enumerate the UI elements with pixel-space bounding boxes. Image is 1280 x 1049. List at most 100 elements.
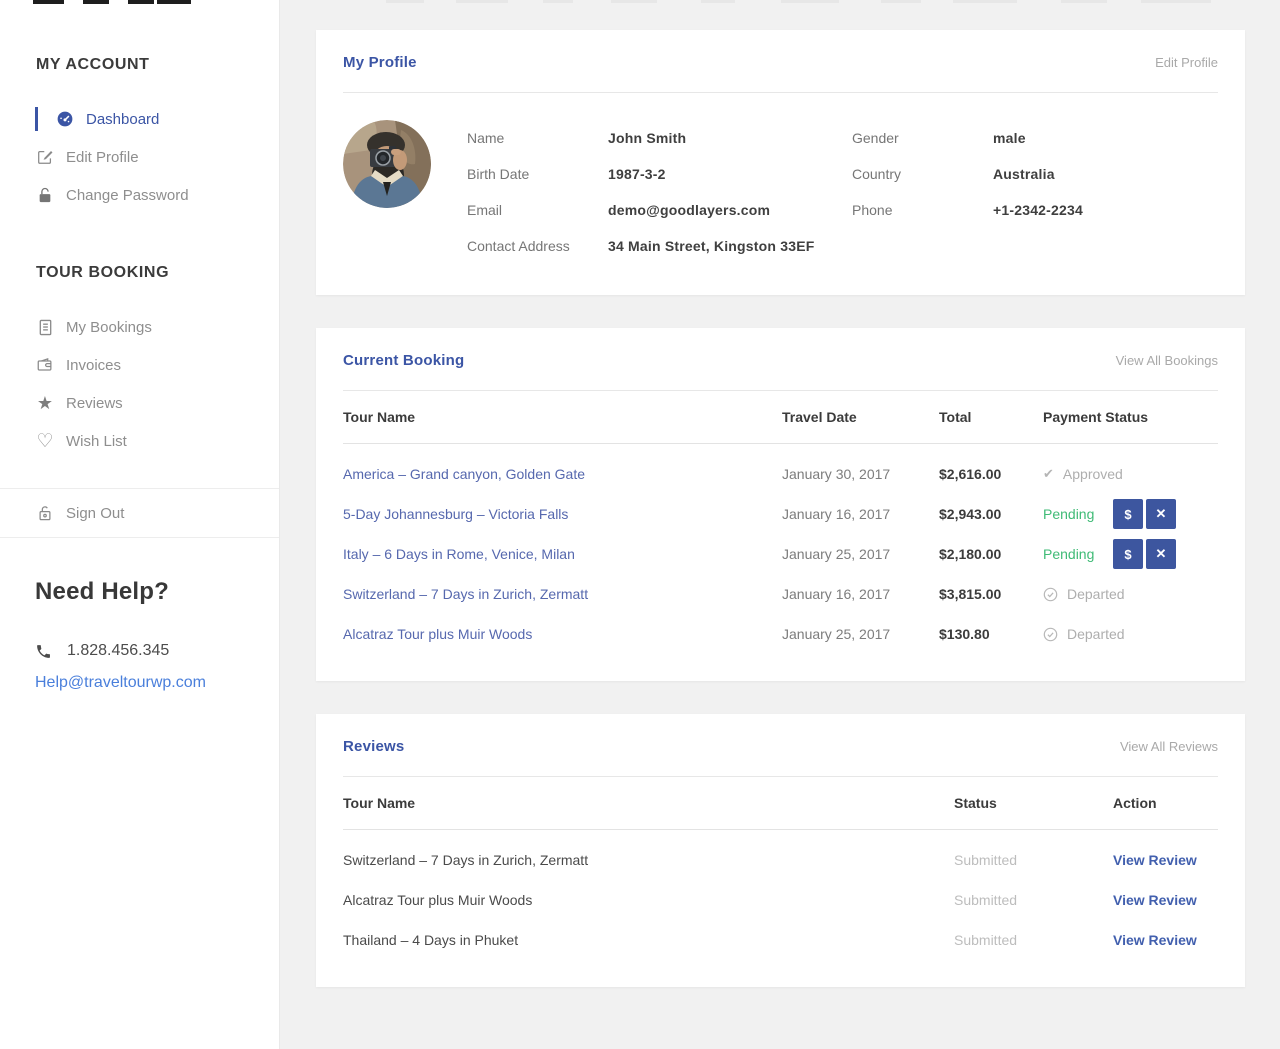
review-status: Submitted bbox=[954, 892, 1113, 908]
review-tour-name: Alcatraz Tour plus Muir Woods bbox=[343, 892, 954, 908]
tour-name-link[interactable]: Italy – 6 Days in Rome, Venice, Milan bbox=[343, 546, 782, 562]
payment-status-label: Departed bbox=[1067, 586, 1125, 602]
sidebar-section-tour-booking: TOUR BOOKING bbox=[0, 214, 279, 282]
my-profile-card: My Profile Edit Profile bbox=[316, 30, 1245, 295]
field-label: Name bbox=[467, 130, 608, 146]
reviews-card: Reviews View All Reviews Tour Name Statu… bbox=[316, 714, 1245, 987]
edit-pencil-icon bbox=[36, 148, 54, 167]
review-tour-name: Thailand – 4 Days in Phuket bbox=[343, 932, 954, 948]
booking-total: $2,943.00 bbox=[939, 506, 1043, 522]
view-review-link[interactable]: View Review bbox=[1113, 852, 1218, 868]
column-header-status: Status bbox=[954, 795, 1113, 811]
booking-table-row: Alcatraz Tour plus Muir Woods January 25… bbox=[343, 614, 1218, 654]
sidebar-item-edit-profile[interactable]: Edit Profile bbox=[0, 138, 279, 176]
cropped-menu-fragment bbox=[281, 0, 1280, 4]
review-table-row: Switzerland – 7 Days in Zurich, Zermatt … bbox=[343, 840, 1218, 880]
review-status: Submitted bbox=[954, 852, 1113, 868]
cancel-booking-button[interactable]: ✕ bbox=[1146, 499, 1176, 529]
circle-check-icon bbox=[1043, 627, 1058, 642]
edit-profile-link[interactable]: Edit Profile bbox=[1155, 55, 1218, 70]
view-all-bookings-link[interactable]: View All Bookings bbox=[1116, 353, 1218, 368]
help-email-link[interactable]: Help@traveltourwp.com bbox=[35, 674, 206, 692]
my-account-nav: Dashboard Edit Profile Change Password bbox=[0, 100, 279, 214]
sidebar-item-label: My Bookings bbox=[66, 319, 152, 336]
payment-status-departed: Departed bbox=[1043, 626, 1218, 642]
tour-name-link[interactable]: Switzerland – 7 Days in Zurich, Zermatt bbox=[343, 586, 782, 602]
sidebar-item-change-password[interactable]: Change Password bbox=[0, 176, 279, 214]
reviews-table-header: Tour Name Status Action bbox=[343, 777, 1218, 830]
column-header-travel-date: Travel Date bbox=[782, 409, 939, 425]
booking-total: $2,616.00 bbox=[939, 466, 1043, 482]
booking-table-row: 5-Day Johannesburg – Victoria Falls Janu… bbox=[343, 494, 1218, 534]
review-status: Submitted bbox=[954, 932, 1113, 948]
payment-status-label: Pending bbox=[1043, 506, 1113, 522]
view-all-reviews-link[interactable]: View All Reviews bbox=[1120, 739, 1218, 754]
column-header-tour-name: Tour Name bbox=[343, 795, 954, 811]
sidebar-item-label: Reviews bbox=[66, 395, 123, 412]
circle-check-icon bbox=[1043, 587, 1058, 602]
view-review-link[interactable]: View Review bbox=[1113, 892, 1218, 908]
field-label: Email bbox=[467, 202, 608, 218]
sidebar-item-my-bookings[interactable]: My Bookings bbox=[0, 308, 279, 346]
unlock-icon bbox=[36, 504, 54, 523]
help-phone-row: 1.828.456.345 bbox=[35, 642, 244, 660]
dashboard-gauge-icon bbox=[56, 110, 74, 129]
review-table-row: Alcatraz Tour plus Muir Woods Submitted … bbox=[343, 880, 1218, 920]
pay-button[interactable]: $ bbox=[1113, 539, 1143, 569]
payment-status-label: Approved bbox=[1063, 466, 1123, 482]
heart-icon: ♡ bbox=[36, 432, 54, 451]
booking-table-row: Italy – 6 Days in Rome, Venice, Milan Ja… bbox=[343, 534, 1218, 574]
field-value-birth-date: 1987-3-2 bbox=[608, 166, 666, 182]
field-value-phone: +1-2342-2234 bbox=[993, 202, 1083, 218]
cancel-booking-button[interactable]: ✕ bbox=[1146, 539, 1176, 569]
field-value-gender: male bbox=[993, 130, 1026, 146]
booking-total: $2,180.00 bbox=[939, 546, 1043, 562]
sidebar-item-label: Wish List bbox=[66, 433, 127, 450]
card-title: Reviews bbox=[343, 738, 404, 755]
card-title: Current Booking bbox=[343, 352, 464, 369]
card-title: My Profile bbox=[343, 54, 417, 71]
payment-status-label: Pending bbox=[1043, 546, 1113, 562]
column-header-tour-name: Tour Name bbox=[343, 409, 782, 425]
column-header-total: Total bbox=[939, 409, 1043, 425]
account-sidebar: MY ACCOUNT Dashboard Edit Profile Change… bbox=[0, 0, 280, 1049]
avatar bbox=[343, 120, 431, 208]
sidebar-item-sign-out[interactable]: Sign Out bbox=[0, 489, 279, 537]
tour-booking-nav: My Bookings Invoices ★ Reviews ♡ Wish Li… bbox=[0, 308, 279, 460]
sidebar-item-dashboard[interactable]: Dashboard bbox=[0, 100, 279, 138]
column-header-payment-status: Payment Status bbox=[1043, 409, 1218, 425]
payment-status-pending: Pending $ ✕ bbox=[1043, 539, 1218, 569]
invoice-wallet-icon bbox=[36, 356, 54, 375]
check-icon: ✔ bbox=[1043, 466, 1054, 482]
sidebar-item-invoices[interactable]: Invoices bbox=[0, 346, 279, 384]
travel-date: January 16, 2017 bbox=[782, 586, 939, 602]
sidebar-item-wish-list[interactable]: ♡ Wish List bbox=[0, 422, 279, 460]
tour-name-link[interactable]: 5-Day Johannesburg – Victoria Falls bbox=[343, 506, 782, 522]
current-booking-card: Current Booking View All Bookings Tour N… bbox=[316, 328, 1245, 681]
tour-name-link[interactable]: Alcatraz Tour plus Muir Woods bbox=[343, 626, 782, 642]
tour-name-link[interactable]: America – Grand canyon, Golden Gate bbox=[343, 466, 782, 482]
travel-date: January 25, 2017 bbox=[782, 546, 939, 562]
sidebar-section-my-account: MY ACCOUNT bbox=[0, 0, 279, 74]
phone-icon bbox=[35, 643, 52, 660]
payment-status-departed: Departed bbox=[1043, 586, 1218, 602]
sidebar-item-reviews[interactable]: ★ Reviews bbox=[0, 384, 279, 422]
help-phone-number: 1.828.456.345 bbox=[67, 642, 169, 660]
sidebar-item-label: Sign Out bbox=[66, 505, 124, 522]
field-label: Birth Date bbox=[467, 166, 608, 182]
sidebar-item-label: Change Password bbox=[66, 187, 189, 204]
cropped-logo-fragment bbox=[0, 0, 279, 5]
travel-date: January 25, 2017 bbox=[782, 626, 939, 642]
booking-total: $3,815.00 bbox=[939, 586, 1043, 602]
pay-button[interactable]: $ bbox=[1113, 499, 1143, 529]
sidebar-item-label: Dashboard bbox=[86, 111, 159, 128]
booking-total: $130.80 bbox=[939, 626, 1043, 642]
need-help-block: Need Help? 1.828.456.345 Help@traveltour… bbox=[0, 538, 279, 692]
booking-table-header: Tour Name Travel Date Total Payment Stat… bbox=[343, 391, 1218, 444]
booking-table-row: Switzerland – 7 Days in Zurich, Zermatt … bbox=[343, 574, 1218, 614]
view-review-link[interactable]: View Review bbox=[1113, 932, 1218, 948]
field-label: Country bbox=[852, 166, 993, 182]
review-tour-name: Switzerland – 7 Days in Zurich, Zermatt bbox=[343, 852, 954, 868]
bookings-list-icon bbox=[36, 318, 54, 337]
field-label: Phone bbox=[852, 202, 993, 218]
